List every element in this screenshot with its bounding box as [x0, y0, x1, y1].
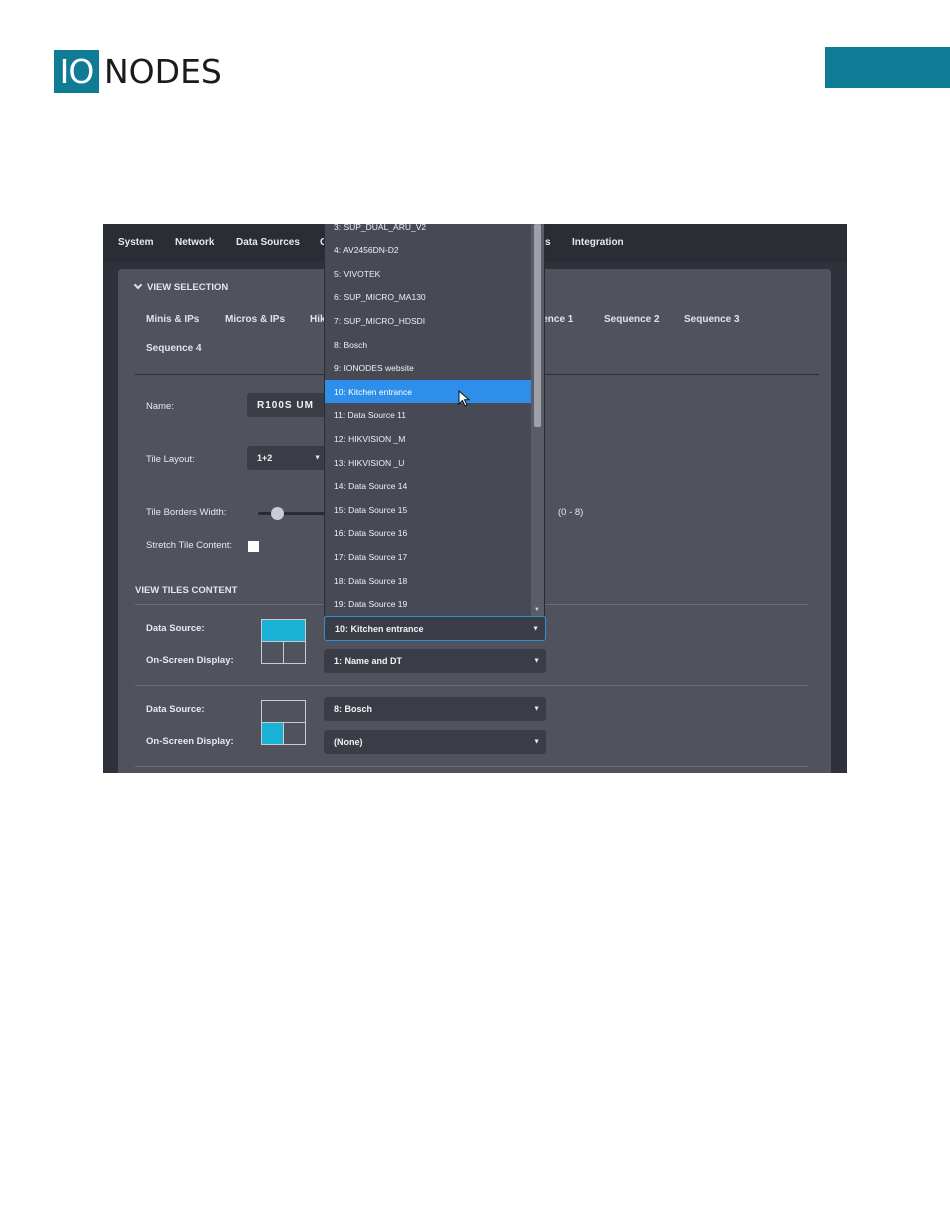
tile-borders-range: (0 - 8)	[558, 507, 584, 518]
data-source-select[interactable]: 8: Bosch ▼	[324, 697, 546, 721]
osd-value: (None)	[334, 737, 363, 747]
stretch-label: Stretch Tile Content:	[146, 540, 233, 551]
dropdown-option[interactable]: 18: Data Source 18	[325, 569, 531, 592]
tile-top[interactable]	[262, 620, 305, 642]
stretch-checkbox[interactable]	[248, 541, 259, 552]
tile-borders-label: Tile Borders Width:	[146, 507, 227, 518]
tab-micros-ips[interactable]: Micros & IPs	[225, 314, 285, 325]
view-selection-title: VIEW SELECTION	[147, 282, 229, 293]
scroll-down-arrow-icon[interactable]: ▼	[534, 607, 540, 613]
dropdown-option[interactable]: 4: AV2456DN-D2	[325, 239, 531, 262]
caret-down-icon: ▼	[532, 625, 539, 632]
dropdown-option[interactable]: 19: Data Source 19	[325, 593, 531, 616]
caret-down-icon: ▼	[533, 738, 540, 746]
header-accent-bar	[825, 47, 950, 88]
dropdown-option[interactable]: 13: HIKVISION _U	[325, 451, 531, 474]
data-source-label: Data Source:	[146, 704, 205, 715]
name-input[interactable]: R100S UM	[247, 393, 327, 417]
dropdown-option[interactable]: 17: Data Source 17	[325, 545, 531, 568]
dropdown-option[interactable]: 9: IONODES website	[325, 357, 531, 380]
tile-bottom-left[interactable]	[262, 641, 284, 663]
dropdown-option[interactable]: 8: Bosch	[325, 333, 531, 356]
tile-bottom-right[interactable]	[284, 723, 306, 745]
data-source-value: 8: Bosch	[334, 704, 373, 714]
nav-item-system[interactable]: System	[118, 237, 154, 248]
nav-item-network[interactable]: Network	[175, 237, 214, 248]
tile-layout-preview[interactable]	[261, 700, 306, 745]
tile-layout-value: 1+2	[257, 453, 273, 463]
nav-item-data-sources[interactable]: Data Sources	[236, 237, 300, 248]
tile-borders-slider[interactable]	[258, 512, 328, 515]
tab-sequence-2[interactable]: Sequence 2	[604, 314, 660, 325]
caret-down-icon: ▼	[533, 705, 540, 713]
dropdown-option[interactable]: 6: SUP_MICRO_MA130	[325, 286, 531, 309]
dropdown-option[interactable]: 5: VIVOTEK	[325, 262, 531, 285]
tile-bottom-left[interactable]	[262, 722, 284, 744]
osd-label: On-Screen Display:	[146, 736, 234, 747]
dropdown-option[interactable]: 10: Kitchen entrance	[325, 380, 531, 404]
tile-bottom-right[interactable]	[284, 642, 306, 664]
slider-handle[interactable]	[271, 507, 284, 520]
dropdown-option[interactable]: 14: Data Source 14	[325, 475, 531, 498]
logo-word: NODES	[104, 52, 222, 91]
dropdown-option[interactable]: 15: Data Source 15	[325, 498, 531, 521]
ionodes-logo: IO NODES	[54, 50, 222, 93]
tile-layout-select[interactable]: 1+2 ▼	[247, 446, 327, 470]
data-source-label: Data Source:	[146, 623, 205, 634]
data-source-dropdown-list[interactable]: 19: Data Source 19 18: Data Source 18 17: …	[324, 224, 545, 616]
tile-top[interactable]	[262, 701, 305, 723]
logo-mark: IO	[54, 50, 99, 93]
dropdown-option[interactable]: 16: Data Source 16	[325, 522, 531, 545]
caret-down-icon: ▼	[314, 454, 321, 462]
divider	[135, 685, 808, 686]
tab-sequence-4[interactable]: Sequence 4	[146, 343, 202, 354]
mouse-pointer-icon	[458, 390, 471, 407]
data-source-select[interactable]: 10: Kitchen entrance ▼	[324, 616, 546, 641]
caret-down-icon: ▼	[533, 657, 540, 665]
ui-screenshot: System Network Data Sources C s Integrat…	[103, 224, 847, 773]
osd-select[interactable]: 1: Name and DT ▼	[324, 649, 546, 673]
tab-minis-ips[interactable]: Minis & IPs	[146, 314, 199, 325]
dropdown-option[interactable]: 11: Data Source 11	[325, 404, 531, 427]
view-selection-header[interactable]: VIEW SELECTION	[133, 280, 229, 293]
tile-layout-label: Tile Layout:	[146, 454, 195, 465]
view-tiles-title: VIEW TILES CONTENT	[135, 585, 238, 596]
osd-select[interactable]: (None) ▼	[324, 730, 546, 754]
dropdown-option[interactable]: 12: HIKVISION _M	[325, 427, 531, 450]
name-label: Name:	[146, 401, 174, 412]
dropdown-option[interactable]: 7: SUP_MICRO_HDSDI	[325, 309, 531, 332]
osd-value: 1: Name and DT	[334, 656, 403, 666]
divider	[135, 766, 808, 767]
osd-label: On-Screen Display:	[146, 655, 234, 666]
tile-layout-preview[interactable]	[261, 619, 306, 664]
dropdown-scrollbar[interactable]: ▼	[531, 224, 544, 616]
nav-item-integration[interactable]: Integration	[572, 237, 624, 248]
tab-sequence-3[interactable]: Sequence 3	[684, 314, 740, 325]
scrollbar-thumb[interactable]	[534, 224, 541, 427]
data-source-value: 10: Kitchen entrance	[335, 623, 424, 634]
nav-item-partial-2[interactable]: s	[545, 237, 551, 248]
chevron-down-icon	[133, 280, 143, 290]
dropdown-option[interactable]: 3: SUP_DUAL_ARU_V2	[325, 224, 531, 238]
